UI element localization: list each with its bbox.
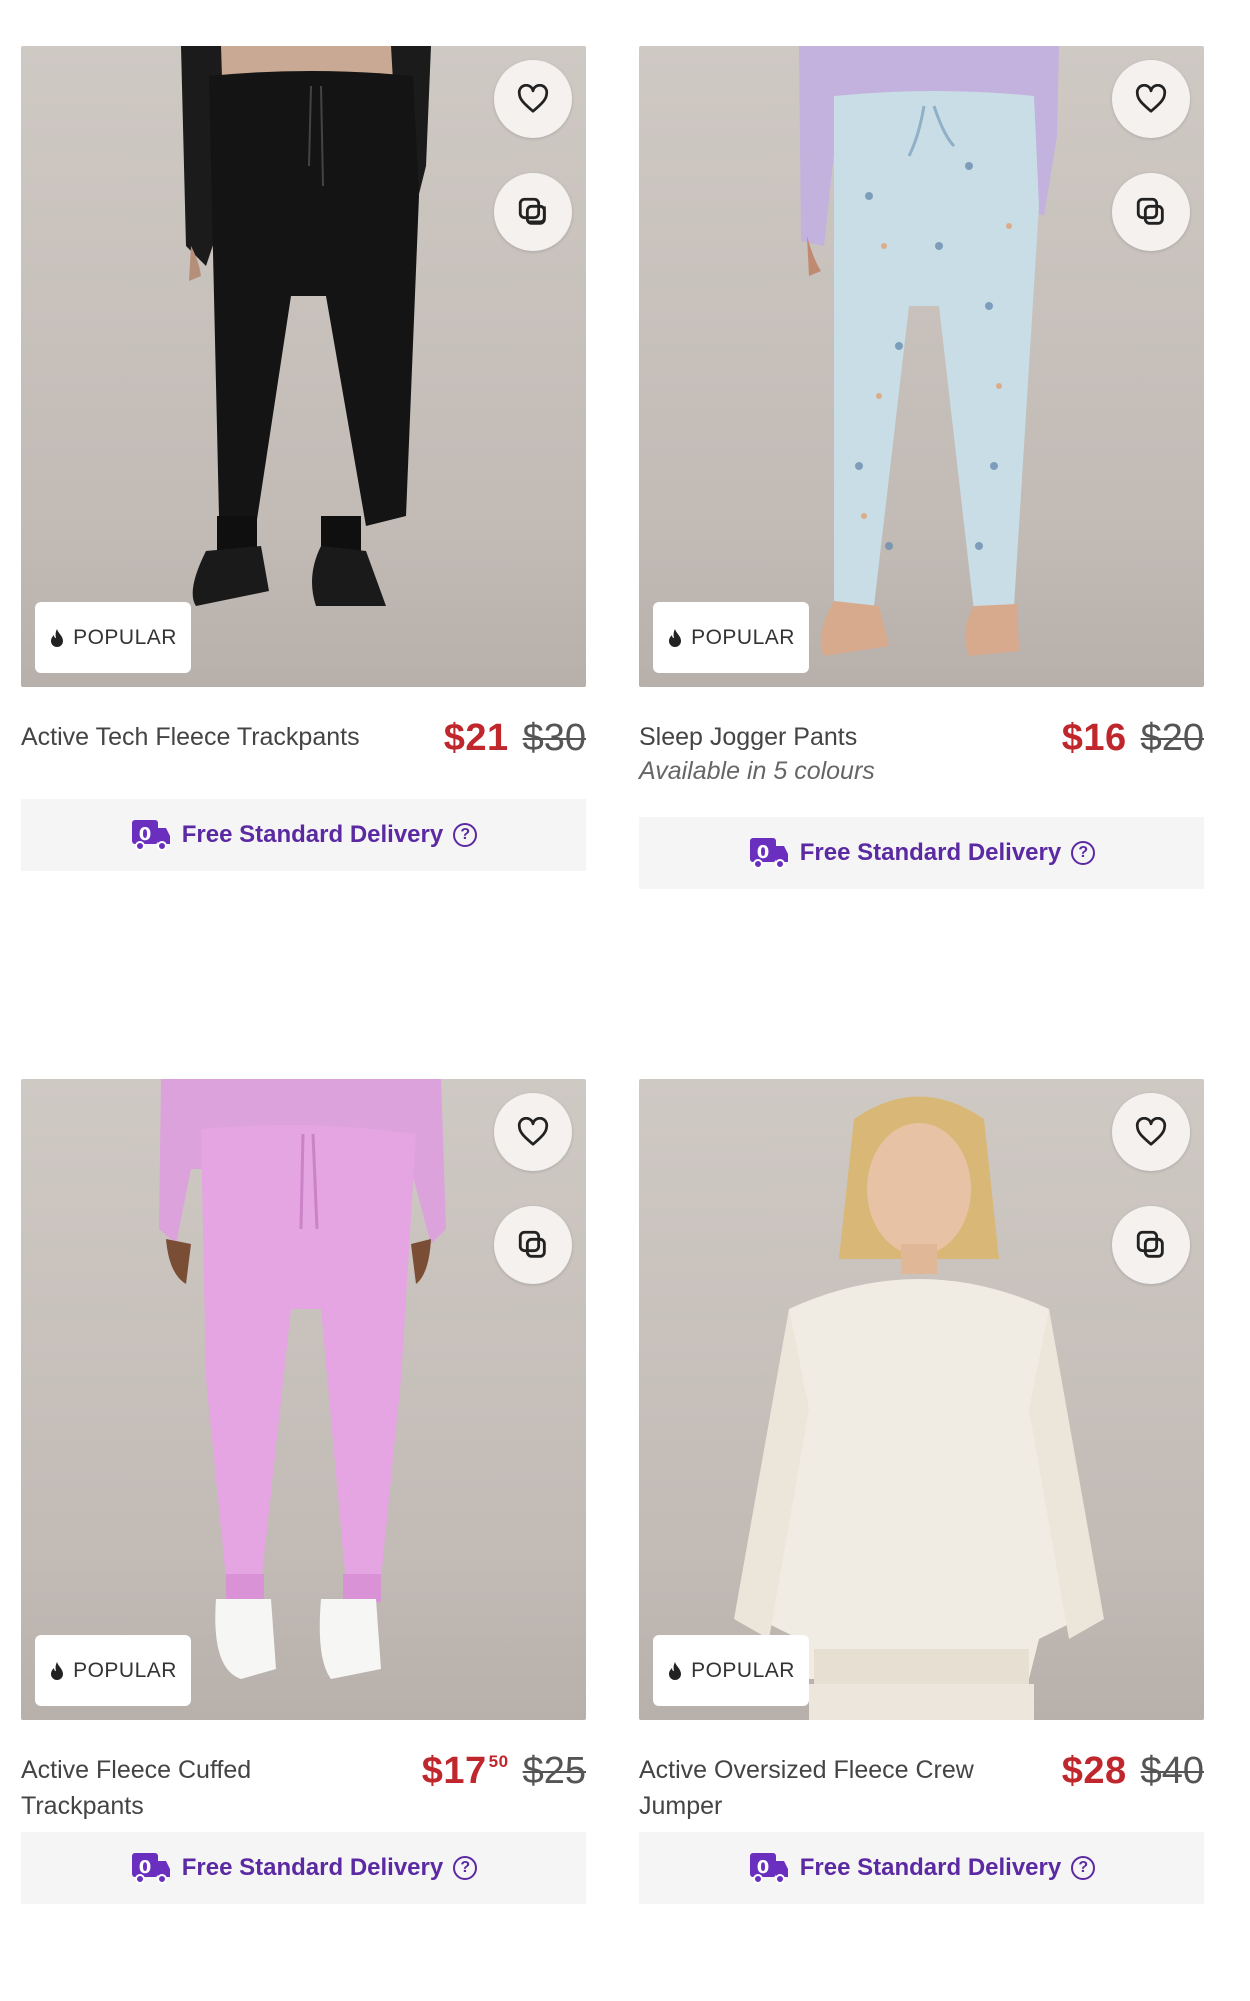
sale-price-cents: 50 <box>488 1752 509 1771</box>
compare-button[interactable] <box>494 173 572 251</box>
sale-price: $28 <box>1061 1750 1127 1792</box>
compare-icon <box>1136 197 1164 225</box>
product-name[interactable]: Active Tech Fleece Trackpants <box>21 719 401 755</box>
svg-text:0: 0 <box>757 842 770 863</box>
compare-button[interactable] <box>494 1206 572 1284</box>
price-block: $21 $30 <box>444 717 586 760</box>
badge-label: POPULAR <box>73 625 177 649</box>
flame-icon <box>669 1661 682 1680</box>
price-block: $28 $40 <box>1062 1750 1204 1793</box>
product-name[interactable]: Sleep Jogger Pants <box>639 719 1019 755</box>
product-info: Active Tech Fleece Trackpants $21 $30 <box>21 709 586 799</box>
product-image[interactable]: POPULAR <box>639 1079 1204 1720</box>
delivery-truck-icon: 0 <box>749 1853 788 1884</box>
popular-badge: POPULAR <box>653 602 809 673</box>
favourite-button[interactable] <box>494 1093 572 1171</box>
sale-price: $21 <box>443 717 509 759</box>
sale-price: $16 <box>1061 717 1127 759</box>
original-price: $20 <box>1140 717 1204 759</box>
product-card[interactable]: POPULAR Sleep Jogger Pants $16 $20 Avail… <box>639 46 1204 889</box>
popular-badge: POPULAR <box>35 602 191 673</box>
compare-button[interactable] <box>1112 1206 1190 1284</box>
compare-icon <box>1136 1230 1164 1258</box>
product-image[interactable]: POPULAR <box>639 46 1204 687</box>
original-price: $30 <box>522 717 586 759</box>
delivery-banner[interactable]: 0 Free Standard Delivery ? <box>639 817 1204 889</box>
price-block: $17 50 $25 <box>422 1750 586 1793</box>
product-info: Active Oversized Fleece Crew Jumper $28 … <box>639 1742 1204 1832</box>
product-image[interactable]: POPULAR <box>21 1079 586 1720</box>
compare-icon <box>518 197 546 225</box>
product-name[interactable]: Active Oversized Fleece Crew Jumper <box>639 1752 1019 1824</box>
delivery-label: Free Standard Delivery <box>181 1854 444 1881</box>
heart-icon <box>1135 84 1167 113</box>
favourite-button[interactable] <box>1112 60 1190 138</box>
delivery-truck-icon: 0 <box>131 1853 170 1884</box>
badge-label: POPULAR <box>691 625 795 649</box>
product-name[interactable]: Active Fleece Cuffed Trackpants <box>21 1752 321 1824</box>
help-icon[interactable]: ? <box>453 823 478 847</box>
svg-text:0: 0 <box>139 824 152 845</box>
delivery-label: Free Standard Delivery <box>799 839 1062 866</box>
delivery-banner[interactable]: 0 Free Standard Delivery ? <box>21 1832 586 1904</box>
delivery-banner[interactable]: 0 Free Standard Delivery ? <box>639 1832 1204 1904</box>
original-price: $40 <box>1140 1750 1204 1792</box>
product-card[interactable]: POPULAR Active Tech Fleece Trackpants $2… <box>21 46 586 871</box>
sale-price: $17 50 <box>421 1750 509 1792</box>
help-icon[interactable]: ? <box>1071 841 1096 865</box>
favourite-button[interactable] <box>494 60 572 138</box>
svg-text:0: 0 <box>139 1857 152 1878</box>
popular-badge: POPULAR <box>653 1635 809 1706</box>
help-icon[interactable]: ? <box>453 1856 478 1880</box>
delivery-label: Free Standard Delivery <box>799 1854 1062 1881</box>
product-info: Sleep Jogger Pants $16 $20 <box>639 709 1204 769</box>
flame-icon <box>51 1661 64 1680</box>
delivery-truck-icon: 0 <box>131 820 170 851</box>
original-price: $25 <box>522 1750 586 1792</box>
favourite-button[interactable] <box>1112 1093 1190 1171</box>
compare-button[interactable] <box>1112 173 1190 251</box>
badge-label: POPULAR <box>691 1658 795 1682</box>
flame-icon <box>669 628 682 647</box>
product-photo <box>799 46 1059 656</box>
product-photo <box>159 1079 446 1679</box>
badge-label: POPULAR <box>73 1658 177 1682</box>
product-image[interactable]: POPULAR <box>21 46 586 687</box>
heart-icon <box>517 84 549 113</box>
delivery-banner[interactable]: 0 Free Standard Delivery ? <box>21 799 586 871</box>
help-icon[interactable]: ? <box>1071 1856 1096 1880</box>
product-photo <box>181 46 431 606</box>
product-card[interactable]: POPULAR Active Oversized Fleece Crew Jum… <box>639 1079 1204 1904</box>
product-photo <box>734 1096 1104 1720</box>
svg-text:0: 0 <box>757 1857 770 1878</box>
compare-icon <box>518 1230 546 1258</box>
price-block: $16 $20 <box>1062 717 1204 760</box>
heart-icon <box>517 1117 549 1146</box>
product-info: Active Fleece Cuffed Trackpants $17 50 $2… <box>21 1742 586 1832</box>
delivery-label: Free Standard Delivery <box>181 821 444 848</box>
delivery-truck-icon: 0 <box>749 838 788 869</box>
product-card[interactable]: POPULAR Active Fleece Cuffed Trackpants … <box>21 1079 586 1904</box>
popular-badge: POPULAR <box>35 1635 191 1706</box>
flame-icon <box>51 628 64 647</box>
heart-icon <box>1135 1117 1167 1146</box>
